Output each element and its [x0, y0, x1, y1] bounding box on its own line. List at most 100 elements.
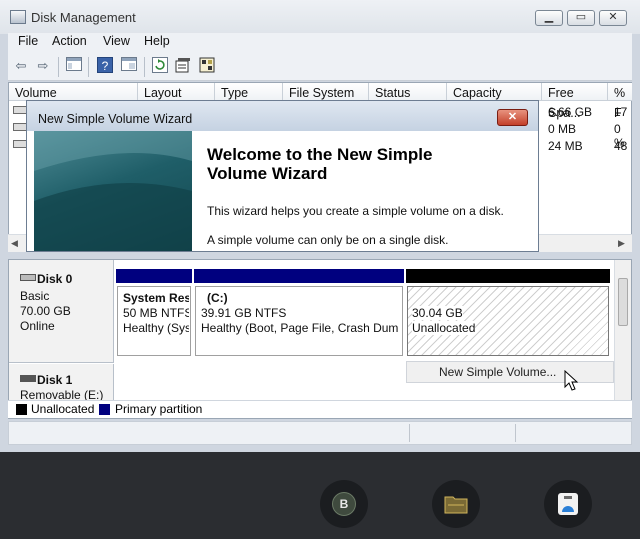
wizard-description: This wizard helps you create a simple vo… [207, 204, 504, 218]
partition-unallocated-bar [406, 269, 610, 283]
disk-0-size: 70.00 GB [20, 304, 71, 318]
partition-unallocated-status: Unallocated [412, 321, 476, 335]
scrollbar-thumb[interactable] [618, 278, 628, 326]
partition-c-detail: 39.91 GB NTFS [201, 306, 287, 320]
disk-management-window: Disk Management ▁ ▭ ✕ File Action View H… [0, 0, 640, 452]
back-arrow-icon[interactable]: ⇦ [12, 57, 30, 75]
partition-system-reserved-bar [116, 269, 192, 283]
disk-drive-icon [20, 274, 36, 281]
scroll-left-icon[interactable]: ◀ [11, 238, 18, 249]
wizard-heading-line-2: Volume Wizard [207, 164, 328, 183]
row-3-free-space: 24 MB [548, 139, 583, 153]
wizard-title: New Simple Volume Wizard [38, 112, 193, 126]
partition-system-reserved-name: System Res [123, 291, 189, 305]
wizard-content: Welcome to the New Simple Volume Wizard … [195, 131, 533, 251]
menu-view[interactable]: View [103, 34, 130, 48]
svg-text:?: ? [102, 59, 109, 73]
column-free-space[interactable]: Free Spa... [542, 83, 608, 120]
disk-0-type: Basic [20, 289, 50, 303]
menu-bar: File Action View Help [8, 33, 632, 53]
volume-icon [13, 140, 27, 148]
partition-c-name: (C:) [207, 291, 228, 305]
mouse-cursor-icon [564, 369, 579, 395]
row-2-free-space: 0 MB [548, 122, 577, 136]
partition-system-reserved[interactable]: System Res 50 MB NTFS Healthy (Sys [117, 286, 191, 356]
wizard-heading-line-1: Welcome to the New Simple [207, 145, 433, 164]
close-button[interactable]: ✕ [599, 10, 627, 26]
new-simple-volume-wizard: New Simple Volume Wizard ✕ Welcome to th… [26, 100, 539, 252]
properties-icon[interactable] [174, 57, 192, 75]
scroll-right-icon[interactable]: ▶ [618, 238, 625, 249]
column-volume[interactable]: Volume [9, 83, 138, 101]
b-app-icon: B [332, 492, 356, 516]
maximize-icon: ▭ [575, 11, 587, 23]
close-icon: ✕ [608, 11, 618, 23]
dock [0, 452, 640, 539]
disk-pane[interactable]: Disk 0 Basic 70.00 GB Online System Res … [8, 259, 632, 419]
forward-arrow-icon[interactable]: ⇨ [34, 57, 52, 75]
column-status[interactable]: Status [369, 83, 447, 101]
folder-icon [444, 496, 468, 514]
legend: Unallocated Primary partition [8, 400, 632, 418]
toolbar-divider [88, 57, 89, 77]
dock-item-remote[interactable] [544, 480, 592, 528]
partition-c[interactable]: (C:) 39.91 GB NTFS Healthy (Boot, Page F… [195, 286, 403, 356]
status-divider [515, 424, 516, 442]
show-pane-icon[interactable] [120, 57, 138, 75]
disk-1-info[interactable]: Disk 1 Removable (E:) [9, 364, 114, 404]
disk-0-info[interactable]: Disk 0 Basic 70.00 GB Online [9, 260, 114, 363]
close-icon: ✕ [507, 111, 518, 123]
status-bar [8, 421, 632, 445]
partition-unallocated[interactable]: 30.04 GB Unallocated [407, 286, 609, 356]
wizard-banner-graphic [34, 131, 192, 251]
volume-icon [13, 123, 27, 131]
partition-unallocated-size: 30.04 GB [412, 306, 463, 320]
row-3-percent-free: 48 [614, 139, 628, 153]
removable-drive-icon [20, 375, 36, 382]
toolbar-divider [58, 57, 59, 77]
disk-0-status: Online [20, 319, 55, 333]
partition-c-bar [194, 269, 404, 283]
legend-label-primary: Primary partition [115, 402, 203, 416]
partition-system-reserved-status: Healthy (Sys [123, 321, 189, 335]
column-percent-free[interactable]: % F [608, 83, 632, 120]
wizard-title-bar[interactable]: New Simple Volume Wizard ✕ [27, 101, 538, 131]
status-divider [409, 424, 410, 442]
legend-swatch-unallocated [16, 404, 27, 415]
column-layout[interactable]: Layout [138, 83, 215, 101]
disk-pane-vertical-scrollbar[interactable] [614, 260, 631, 400]
menu-file[interactable]: File [18, 34, 38, 48]
column-type[interactable]: Type [215, 83, 283, 101]
wizard-side-banner [34, 131, 192, 251]
title-bar[interactable]: Disk Management ▁ ▭ ✕ [0, 0, 640, 34]
column-file-system[interactable]: File System [283, 83, 369, 101]
dock-item-folder[interactable] [432, 480, 480, 528]
context-menu: New Simple Volume... [406, 361, 614, 383]
window-title: Disk Management [31, 10, 136, 25]
remote-icon [558, 493, 578, 515]
column-capacity[interactable]: Capacity [447, 83, 542, 101]
row-1-percent-free: 17 [614, 105, 628, 119]
volume-icon [13, 106, 27, 114]
partition-c-status: Healthy (Boot, Page File, Crash Dump [201, 321, 399, 335]
disk-management-icon [10, 10, 26, 24]
menu-item-new-simple-volume[interactable]: New Simple Volume... [439, 365, 556, 379]
menu-action[interactable]: Action [52, 34, 87, 48]
toolbar-divider [144, 57, 145, 77]
wizard-close-button[interactable]: ✕ [497, 109, 528, 126]
disk-1-name: Disk 1 [37, 373, 73, 387]
help-icon[interactable]: ? [96, 57, 114, 75]
legend-label-unallocated: Unallocated [31, 402, 95, 416]
minimize-button[interactable]: ▁ [535, 10, 563, 26]
menu-help[interactable]: Help [144, 34, 170, 48]
wizard-note: A simple volume can only be on a single … [207, 233, 449, 247]
console-tree-icon[interactable] [65, 57, 83, 75]
disk-0-name: Disk 0 [37, 272, 73, 286]
refresh-icon[interactable] [151, 57, 169, 75]
partition-system-reserved-detail: 50 MB NTFS [123, 306, 189, 320]
dock-item-b-app[interactable]: B [320, 480, 368, 528]
settings-icon[interactable] [198, 57, 216, 75]
maximize-button[interactable]: ▭ [567, 10, 595, 26]
minimize-icon: ▁ [544, 11, 554, 23]
row-1-free-space: 6.66 GB [548, 105, 593, 119]
